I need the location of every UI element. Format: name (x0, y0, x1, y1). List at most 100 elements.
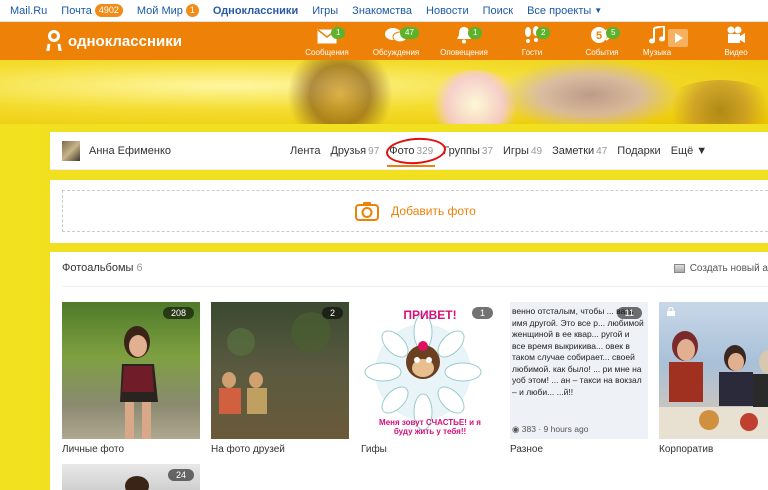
album-card[interactable]: 24 (62, 464, 200, 490)
portal-link-moy-mir[interactable]: Мой Мир 1 (137, 4, 199, 17)
portal-link-dating[interactable]: Знакомства (352, 5, 412, 17)
nav-label: Гости (521, 48, 543, 57)
nav-label: Оповещения (440, 48, 488, 57)
tab-label: Заметки (552, 145, 595, 157)
portal-link-label: Новости (426, 4, 469, 17)
add-photo-button[interactable]: Добавить фото (62, 190, 768, 232)
album-name[interactable]: Личные фото (62, 444, 200, 455)
divider (62, 286, 768, 287)
tab-notes[interactable]: Заметки 47 (552, 145, 607, 157)
nav-label: Сообщения (305, 48, 349, 57)
messages-count-badge: 1 (331, 27, 346, 39)
album-name[interactable]: Гифы (361, 444, 499, 455)
site-logo[interactable]: одноклассники (46, 30, 182, 52)
tab-label: Игры (503, 145, 529, 157)
nav-discussions[interactable]: 47 Обсуждения (366, 24, 426, 60)
add-photo-label: Добавить фото (391, 204, 476, 218)
album-card[interactable]: 2 На фото друзей (211, 302, 349, 455)
tab-groups[interactable]: Группы 37 (443, 145, 493, 157)
album-card[interactable]: 208 Личные фото (62, 302, 200, 455)
tab-label: Лента (290, 145, 321, 157)
site-header: одноклассники 1 Сообщения 47 Обсуждения … (0, 22, 768, 60)
party-photo-image (659, 331, 768, 439)
albums-title: Фотоальбомы (62, 262, 134, 274)
album-card[interactable]: ПРИВЕТ! Меня зовут СЧАСТЬЕ! и я буду жит… (361, 302, 499, 455)
albums-count: 6 (136, 262, 143, 274)
album-cover[interactable] (659, 302, 768, 439)
profile-name[interactable]: Анна Ефименко (89, 145, 171, 157)
portal-link-label: Поиск (482, 4, 514, 17)
profile-tabs: Лента Друзья 97 Фото 329 Группы 37 Игры 49 З… (290, 145, 717, 167)
portal-link-games[interactable]: Игры (312, 5, 338, 17)
tab-friends[interactable]: Друзья 97 (330, 145, 379, 157)
upload-panel: Добавить фото (50, 180, 768, 243)
tab-more[interactable]: Ещё ▼ (671, 145, 707, 157)
post-stats: ◉ 383 · 9 hours ago (512, 424, 588, 435)
album-photo-count: 11 (616, 307, 642, 319)
tab-label: Подарки (617, 145, 661, 157)
create-album-label: Создать новый а (689, 263, 768, 274)
portal-link-pochta[interactable]: Почта 4902 (61, 4, 123, 17)
album-cover[interactable]: 24 (62, 464, 200, 490)
portal-link-label: Почта (61, 4, 92, 17)
album-cover[interactable]: венно отсталым, чтобы ... вать имя друго… (510, 302, 648, 439)
portal-link-mailru[interactable]: Mail.Ru (10, 5, 47, 17)
mail-count-badge: 4902 (94, 4, 123, 17)
play-icon (668, 29, 688, 47)
portal-link-label: Одноклассники (212, 4, 299, 17)
nav-label: Обсуждения (372, 48, 420, 57)
tab-label: Ещё ▼ (670, 145, 708, 157)
album-name[interactable]: На фото друзей (211, 444, 349, 455)
tab-count: 49 (530, 146, 543, 157)
camera-icon (355, 202, 380, 221)
nav-messages[interactable]: 1 Сообщения (297, 24, 357, 60)
logo-text: одноклассники (68, 32, 182, 50)
tab-count: 47 (596, 146, 608, 157)
album-name[interactable]: Корпоратив (659, 444, 768, 455)
page-gutter (0, 124, 40, 490)
album-cover[interactable]: ПРИВЕТ! Меня зовут СЧАСТЬЕ! и я буду жит… (361, 302, 499, 439)
albums-heading: Фотоальбомы 6 (62, 262, 143, 274)
portal-link-label: Игры (312, 4, 339, 17)
nav-notifications[interactable]: 1 Оповещения (434, 24, 494, 60)
events-count-badge: 5 (606, 27, 621, 39)
tab-feed[interactable]: Лента (290, 145, 320, 157)
ok-logo-icon (46, 30, 62, 52)
like-icon: ◉ (512, 424, 520, 434)
events-inner-count: 5 (596, 30, 602, 42)
tab-gifts[interactable]: Подарки (617, 145, 660, 157)
group-photo-image (219, 312, 331, 414)
nav-label: Видео (724, 48, 748, 57)
portal-link-news[interactable]: Новости (426, 5, 469, 17)
nav-label: События (585, 48, 619, 57)
portal-link-all-projects[interactable]: Все проекты ▼ (527, 5, 602, 17)
tab-count: 37 (481, 146, 494, 157)
screenshot-text: венно отсталым, чтобы ... вать имя друго… (512, 306, 644, 397)
create-album-button[interactable]: Создать новый а (673, 263, 768, 274)
photo-album-icon (673, 264, 685, 273)
avatar[interactable] (62, 141, 80, 161)
tab-label: Друзья (330, 145, 367, 157)
album-card[interactable]: Корпоратив (659, 302, 768, 455)
album-cover[interactable]: 208 (62, 302, 200, 439)
album-card[interactable]: венно отсталым, чтобы ... вать имя друго… (510, 302, 648, 455)
portal-link-label: Mail.Ru (10, 4, 48, 17)
tab-games[interactable]: Игры 49 (503, 145, 542, 157)
lock-icon (667, 307, 675, 316)
portal-link-search[interactable]: Поиск (483, 5, 513, 17)
nav-events[interactable]: 5 5 События (572, 24, 632, 60)
nav-guests[interactable]: 2 Гости (502, 24, 562, 60)
album-photo-count: 208 (162, 307, 194, 319)
tab-count: 97 (368, 146, 380, 157)
album-name[interactable]: Разное (510, 444, 648, 455)
notifications-count-badge: 1 (468, 27, 483, 39)
portal-link-odnoklassniki[interactable]: Одноклассники (213, 5, 298, 17)
nav-video[interactable]: Видео (706, 24, 766, 60)
album-photo-count: 1 (471, 307, 493, 319)
person-photo-image (120, 326, 158, 439)
profile-cover-banner (0, 60, 768, 124)
guests-count-badge: 2 (536, 27, 551, 39)
album-cover[interactable]: 2 (211, 302, 349, 439)
post-stats-text: 383 · 9 hours ago (521, 424, 589, 434)
album-photo-count: 24 (167, 469, 194, 481)
